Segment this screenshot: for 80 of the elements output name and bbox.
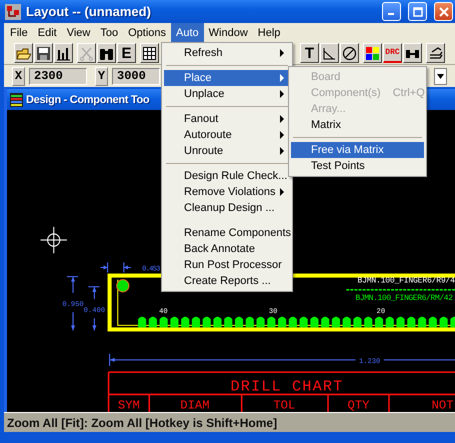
- column-header: TOL: [273, 398, 296, 412]
- maximize-button[interactable]: [408, 2, 427, 21]
- crosshair-cursor-icon: [40, 226, 68, 254]
- menu-item[interactable]: Edit: [32, 23, 62, 42]
- maximize-icon: [412, 6, 422, 16]
- toolbar-button[interactable]: [403, 43, 422, 63]
- y-coordinate-label: Y: [95, 66, 108, 86]
- menu-label: Autoroute: [184, 129, 232, 141]
- color-squares-icon: [365, 46, 380, 60]
- layers-icon: [428, 46, 443, 60]
- design-icon: [10, 92, 23, 106]
- caret-icon: [437, 74, 444, 78]
- menu-item[interactable]: Help: [252, 23, 286, 42]
- close-icon: [438, 6, 448, 16]
- app-icon: [5, 4, 21, 20]
- toolbar-button[interactable]: [320, 43, 339, 63]
- column-header: NOT: [432, 398, 454, 412]
- x-coordinate-label: X: [12, 66, 25, 86]
- component-label: BJMN.100_FINGER6/R9/4: [357, 276, 455, 286]
- menu-item[interactable]: Auto: [171, 23, 204, 42]
- menu-item[interactable]: Window: [204, 23, 253, 42]
- menu-item[interactable]: Autoroute: [164, 127, 290, 143]
- close-button[interactable]: [434, 2, 453, 21]
- column-header: SYM: [118, 398, 140, 412]
- menu-item[interactable]: Matrix: [291, 117, 424, 133]
- scissors-icon: [79, 46, 94, 60]
- menu-item[interactable]: Free via Matrix: [291, 142, 424, 158]
- column-header: QTY: [348, 398, 370, 412]
- minimize-button[interactable]: [382, 2, 401, 21]
- column-header: DIAM: [180, 398, 210, 412]
- menu-label: Remove Violations: [184, 186, 276, 198]
- toolbar-button[interactable]: [140, 43, 159, 63]
- menu-item[interactable]: View: [62, 23, 96, 42]
- toolbar-button[interactable]: [363, 43, 382, 63]
- menu-label: Unroute: [184, 145, 224, 157]
- toolbar-button[interactable]: T: [300, 43, 319, 63]
- toolbar-button[interactable]: [54, 43, 73, 63]
- pin-one-marker: [116, 279, 130, 292]
- dimension-line: [100, 262, 132, 274]
- angle-icon: [322, 46, 337, 60]
- window-title: Design - Component Too: [26, 94, 150, 106]
- toolbar-button[interactable]: [34, 43, 53, 63]
- toolbar-button[interactable]: [14, 43, 33, 63]
- menu-item[interactable]: File: [5, 23, 33, 42]
- menu-item[interactable]: Back Annotate: [164, 241, 290, 257]
- no-symbol-icon: [342, 46, 357, 60]
- menu-item[interactable]: Design Rule Check...: [164, 168, 290, 184]
- dropdown-button[interactable]: [434, 68, 447, 84]
- menu-item[interactable]: Remove Violations: [164, 184, 290, 200]
- menu-item[interactable]: Cleanup Design ...: [164, 200, 290, 216]
- menu-item[interactable]: Test Points: [291, 158, 424, 174]
- menu-item[interactable]: Run Post Processor: [164, 257, 290, 273]
- chart-title: DRILL CHART: [230, 377, 342, 396]
- menu-label: Component(s): [311, 87, 381, 99]
- toolbar-button[interactable]: [340, 43, 359, 63]
- menu-label: Refresh: [184, 47, 223, 59]
- toolbar-button[interactable]: [97, 43, 116, 63]
- menu-label: Place: [184, 72, 212, 84]
- menu-item[interactable]: Create Reports ...: [164, 273, 290, 289]
- shortcut-label: Ctrl+Q: [392, 87, 425, 99]
- toolbar-button[interactable]: E: [117, 43, 136, 63]
- menu-item[interactable]: Options: [123, 23, 172, 42]
- menu-label: Unplace: [184, 88, 224, 100]
- toolbar-button[interactable]: [426, 43, 445, 63]
- menu-item[interactable]: Unroute: [164, 143, 290, 159]
- menu-label: Fanout: [184, 113, 218, 125]
- menu-item[interactable]: Refresh: [164, 45, 290, 61]
- y-coordinate-field[interactable]: 3000: [112, 68, 160, 84]
- menu-item[interactable]: Unplace: [164, 86, 290, 102]
- x-coordinate-field[interactable]: 2300: [29, 68, 87, 84]
- folder-icon: [16, 46, 31, 60]
- menu-item[interactable]: Fanout: [164, 111, 290, 127]
- status-text: Zoom All [Fit]: Zoom All [Hotkey is Shift+Home]: [7, 416, 278, 430]
- component-label: BJMN.100_FINGER6/RM/42: [355, 294, 453, 303]
- grid-icon: [142, 46, 157, 60]
- menu-item[interactable]: Place: [164, 70, 290, 86]
- bar-chart-icon: [56, 46, 71, 60]
- menu-item[interactable]: Rename Components: [164, 225, 290, 241]
- menu-item[interactable]: Too: [95, 23, 124, 42]
- window-title: Layout -- (unnamed): [26, 4, 152, 19]
